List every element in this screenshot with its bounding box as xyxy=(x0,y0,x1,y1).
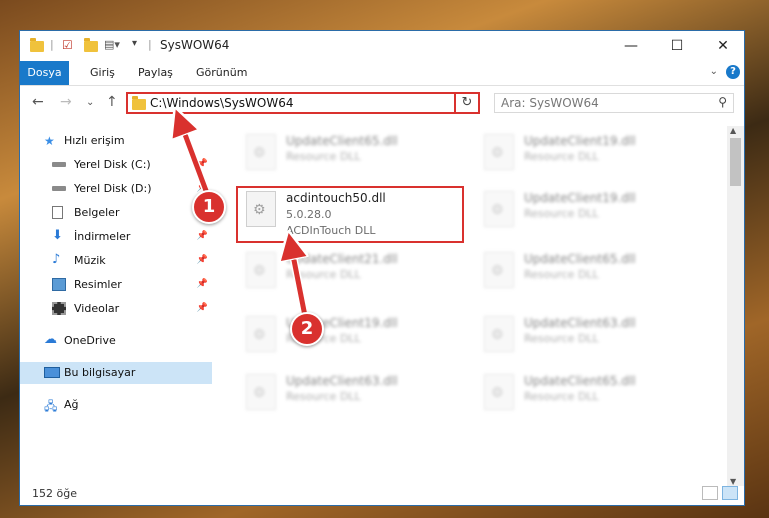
drive-icon xyxy=(52,162,66,167)
pin-icon[interactable]: 📌 xyxy=(197,231,208,241)
tab-share[interactable]: Paylaş xyxy=(128,61,183,85)
file-item[interactable]: UpdateClient63.dll Resource DLL xyxy=(476,314,696,364)
nav-item-this-pc[interactable]: Bu bilgisayar xyxy=(20,362,212,384)
pin-icon[interactable]: 📌 xyxy=(197,279,208,289)
ribbon-tabs: Dosya Giriş Paylaş Görünüm ⌄ ? xyxy=(20,61,744,86)
file-item[interactable]: UpdateClient19.dll Resource DLL xyxy=(238,314,458,364)
chevron-down-icon[interactable]: ⌄ xyxy=(710,66,718,77)
pin-icon[interactable]: 📌 xyxy=(197,255,208,265)
title-bar: | ☑ ▤▾ ▾ | SysWOW64 — ☐ ✕ xyxy=(20,31,744,61)
search-placeholder: Ara: SysWOW64 xyxy=(501,96,599,110)
nav-item-local-disk-d[interactable]: Yerel Disk (D:) 📌 xyxy=(20,178,212,200)
tab-view[interactable]: Görünüm xyxy=(186,61,257,85)
dll-file-icon xyxy=(484,134,514,170)
nav-item-network[interactable]: 🖧 Ağ xyxy=(20,394,212,416)
maximize-button[interactable]: ☐ xyxy=(654,31,700,61)
downloads-icon: ⬇ xyxy=(52,228,63,243)
back-arrow-icon[interactable]: ← xyxy=(32,94,44,110)
file-list: UpdateClient65.dll Resource DLL UpdateCl… xyxy=(220,126,730,486)
pictures-icon xyxy=(52,278,66,291)
tiles-view-icon[interactable] xyxy=(722,486,738,500)
scroll-up-icon[interactable]: ▲ xyxy=(730,126,736,135)
tab-home[interactable]: Giriş xyxy=(80,61,125,85)
new-folder-icon[interactable] xyxy=(84,38,98,52)
scroll-thumb[interactable] xyxy=(730,138,741,186)
step-1-badge: 1 xyxy=(192,190,226,224)
pin-icon[interactable]: 📌 xyxy=(197,159,208,169)
star-icon: ★ xyxy=(44,134,55,148)
folder-icon xyxy=(30,38,44,52)
computer-icon xyxy=(44,367,60,378)
drive-icon xyxy=(52,186,66,191)
minimize-button[interactable]: — xyxy=(608,31,654,61)
refresh-button[interactable]: ↻ xyxy=(454,92,480,114)
documents-icon xyxy=(52,206,63,219)
dll-file-icon xyxy=(246,374,276,410)
nav-item-music[interactable]: ♪ Müzik 📌 xyxy=(20,250,212,272)
navigation-bar: ← → ⌄ ↑ C:\Windows\SysWOW64 ⌄ ↻ Ara: Sys… xyxy=(20,86,744,120)
details-view-icon[interactable] xyxy=(702,486,718,500)
close-button[interactable]: ✕ xyxy=(700,31,744,61)
item-count: 152 öğe xyxy=(32,487,77,500)
dll-file-icon xyxy=(246,316,276,352)
network-icon: 🖧 xyxy=(44,399,58,413)
file-item[interactable]: UpdateClient65.dll Resource DLL xyxy=(476,250,696,300)
file-item[interactable]: UpdateClient19.dll Resource DLL xyxy=(476,132,696,182)
dll-file-icon xyxy=(484,316,514,352)
refresh-icon: ↻ xyxy=(461,95,473,110)
file-item[interactable]: UpdateClient63.dll Resource DLL xyxy=(238,372,458,422)
tab-file[interactable]: Dosya xyxy=(20,61,69,85)
search-icon: ⚲ xyxy=(718,95,727,109)
file-item[interactable]: UpdateClient65.dll Resource DLL xyxy=(476,372,696,422)
nav-item-documents[interactable]: Belgeler xyxy=(20,202,212,224)
dll-file-icon xyxy=(246,252,276,288)
recent-locations-icon[interactable]: ⌄ xyxy=(86,97,94,108)
help-icon[interactable]: ? xyxy=(726,65,740,79)
search-input[interactable]: Ara: SysWOW64 ⚲ xyxy=(494,93,734,113)
address-bar[interactable]: C:\Windows\SysWOW64 ⌄ xyxy=(126,92,474,114)
toolbar-dropdown-icon[interactable]: ▾ xyxy=(132,38,137,54)
window-title: SysWOW64 xyxy=(160,38,230,52)
nav-item-videos[interactable]: Videolar 📌 xyxy=(20,298,212,320)
vertical-scrollbar[interactable]: ▲ ▼ xyxy=(727,126,744,486)
file-highlight-box xyxy=(236,186,464,243)
folder-icon xyxy=(132,96,146,110)
separator: | xyxy=(148,38,152,51)
cloud-icon: ☁ xyxy=(44,332,57,347)
nav-item-onedrive[interactable]: ☁ OneDrive xyxy=(20,330,212,352)
status-bar: 152 öğe xyxy=(20,483,744,505)
nav-item-local-disk-c[interactable]: Yerel Disk (C:) 📌 xyxy=(20,154,212,176)
address-text: C:\Windows\SysWOW64 xyxy=(150,96,294,110)
explorer-window: | ☑ ▤▾ ▾ | SysWOW64 — ☐ ✕ Dosya Giriş Pa… xyxy=(19,30,745,506)
dll-file-icon xyxy=(484,374,514,410)
music-icon: ♪ xyxy=(52,252,61,267)
step-2-badge: 2 xyxy=(290,312,324,346)
customize-toolbar-icon[interactable]: ▤▾ xyxy=(104,38,120,54)
file-item[interactable]: UpdateClient21.dll Resource DLL xyxy=(238,250,458,300)
videos-icon xyxy=(52,302,66,315)
nav-item-pictures[interactable]: Resimler 📌 xyxy=(20,274,212,296)
nav-item-downloads[interactable]: ⬇ İndirmeler 📌 xyxy=(20,226,212,248)
file-item[interactable]: UpdateClient19.dll Resource DLL xyxy=(476,189,696,239)
up-arrow-icon[interactable]: ↑ xyxy=(106,94,118,110)
forward-arrow-icon[interactable]: → xyxy=(60,94,72,110)
nav-item-quick-access[interactable]: ★ Hızlı erişim xyxy=(20,130,212,152)
dll-file-icon xyxy=(484,252,514,288)
separator: | xyxy=(50,38,54,51)
properties-icon[interactable]: ☑ xyxy=(62,38,73,54)
file-item[interactable]: UpdateClient65.dll Resource DLL xyxy=(238,132,458,182)
pin-icon[interactable]: 📌 xyxy=(197,303,208,313)
dll-file-icon xyxy=(246,134,276,170)
navigation-pane: ★ Hızlı erişim Yerel Disk (C:) 📌 Yerel D… xyxy=(20,126,212,486)
dll-file-icon xyxy=(484,191,514,227)
